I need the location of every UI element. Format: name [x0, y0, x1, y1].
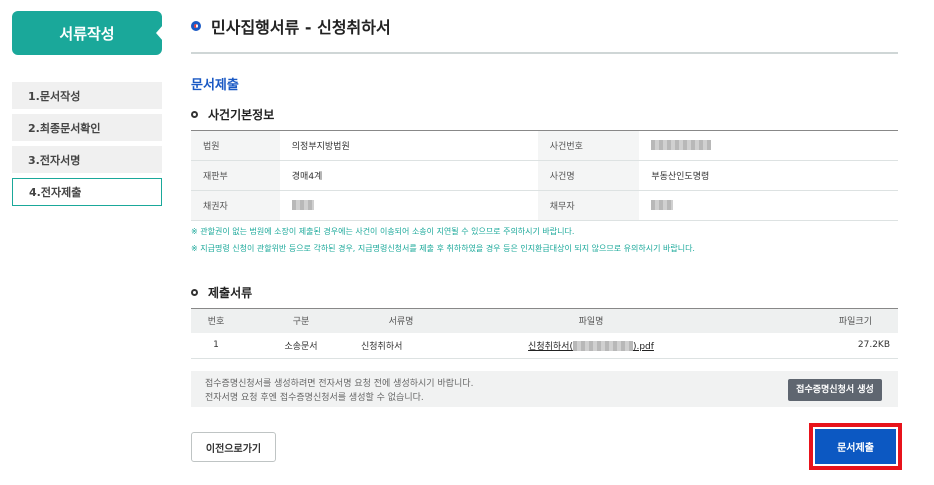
sidebar-item-write[interactable]: 1.문서작성 [12, 82, 162, 109]
creditor-value [279, 190, 538, 221]
files-heading-text: 제출서류 [208, 286, 253, 300]
court-label: 법원 [191, 130, 280, 161]
case-number-label: 사건번호 [537, 130, 640, 161]
debtor-value [639, 190, 898, 221]
court-value: 의정부지방법원 [279, 130, 538, 161]
sidebar-steps: 1.문서작성 2.최종문서확인 3.전자서명 4.전자제출 [12, 82, 162, 211]
col-type: 구분 [241, 308, 361, 333]
file-name-link[interactable]: 신청취하서( ).pdf [528, 341, 654, 352]
case-number-value [639, 130, 898, 161]
col-file-name: 파일명 [441, 308, 741, 333]
table-row: 1 소송문서 신청취하서 신청취하서( ).pdf 27.2KB [191, 332, 898, 359]
sidebar-item-label: 3.전자서명 [28, 153, 81, 167]
file-doc-name: 신청취하서 [361, 332, 441, 359]
division-label: 재판부 [191, 160, 280, 191]
creditor-label: 채권자 [191, 190, 280, 221]
redacted-value [651, 140, 712, 151]
case-name-label: 사건명 [537, 160, 640, 191]
ring-bullet-icon [191, 289, 198, 296]
table-row: 재판부 경매4계 사건명 부동산인도명령 [191, 160, 898, 191]
file-name-cell: 신청취하서( ).pdf [441, 332, 741, 359]
sidebar-item-label: 1.문서작성 [28, 89, 81, 103]
file-size: 27.2KB [741, 332, 898, 359]
sidebar-item-label: 4.전자제출 [29, 186, 82, 199]
sidebar-item-submit[interactable]: 4.전자제출 [12, 178, 162, 206]
title-divider [191, 52, 898, 54]
page-title: 민사집행서류 - 신청취하서 [191, 14, 391, 38]
division-value: 경매4계 [279, 160, 538, 191]
file-number: 1 [191, 332, 241, 359]
file-name-suffix: ).pdf [632, 341, 654, 352]
submit-document-button[interactable]: 문서제출 [815, 429, 896, 464]
col-file-size: 파일크기 [741, 308, 898, 333]
notch-icon [156, 25, 163, 41]
notice-jurisdiction: ※ 관할권이 없는 법원에 소장이 제출된 경우에는 사건이 이송되어 소송이 … [191, 227, 575, 236]
sidebar-header-label: 서류작성 [59, 24, 115, 43]
sidebar-item-signature[interactable]: 3.전자서명 [12, 146, 162, 173]
col-doc-name: 서류명 [361, 308, 441, 333]
section-heading: 문서제출 [191, 78, 239, 93]
case-info-heading: 사건기본정보 [191, 106, 274, 123]
redacted-value [291, 200, 314, 211]
ring-bullet-icon [191, 111, 198, 118]
files-table: 번호 구분 서류명 파일명 파일크기 1 소송문서 신청취하서 신청취하서().… [191, 308, 898, 359]
notice-refund: ※ 지급명령 신청이 관할위반 등으로 각하된 경우, 지급명령신청서를 제출 … [191, 244, 695, 253]
table-header-row: 번호 구분 서류명 파일명 파일크기 [191, 308, 898, 333]
case-name-value: 부동산인도명령 [639, 160, 898, 191]
col-number: 번호 [191, 308, 241, 333]
back-button[interactable]: 이전으로가기 [191, 432, 276, 462]
page-title-text: 민사집행서류 - 신청취하서 [211, 18, 391, 37]
file-name-prefix: 신청취하서( [528, 341, 573, 352]
table-row: 법원 의정부지방법원 사건번호 [191, 130, 898, 161]
redacted-value [651, 200, 674, 211]
debtor-label: 채무자 [537, 190, 640, 221]
generate-receipt-button[interactable]: 접수증명신청서 생성 [788, 379, 882, 401]
case-info-heading-text: 사건기본정보 [208, 108, 275, 122]
sidebar-header: 서류작성 [12, 11, 163, 55]
title-bullet-icon [191, 21, 201, 31]
sidebar-item-label: 2.최종문서확인 [28, 121, 101, 135]
table-row: 채권자 채무자 [191, 190, 898, 221]
file-type: 소송문서 [241, 332, 361, 359]
case-info-table: 법원 의정부지방법원 사건번호 재판부 경매4계 사건명 부동산인도명령 채권자… [191, 130, 898, 221]
receipt-info-box: 접수증명신청서를 생성하려면 전자서명 요청 전에 생성하시기 바랍니다. 전자… [191, 371, 898, 407]
redacted-value [572, 341, 633, 352]
files-heading: 제출서류 [191, 284, 252, 301]
sidebar-item-final-check[interactable]: 2.최종문서확인 [12, 114, 162, 141]
